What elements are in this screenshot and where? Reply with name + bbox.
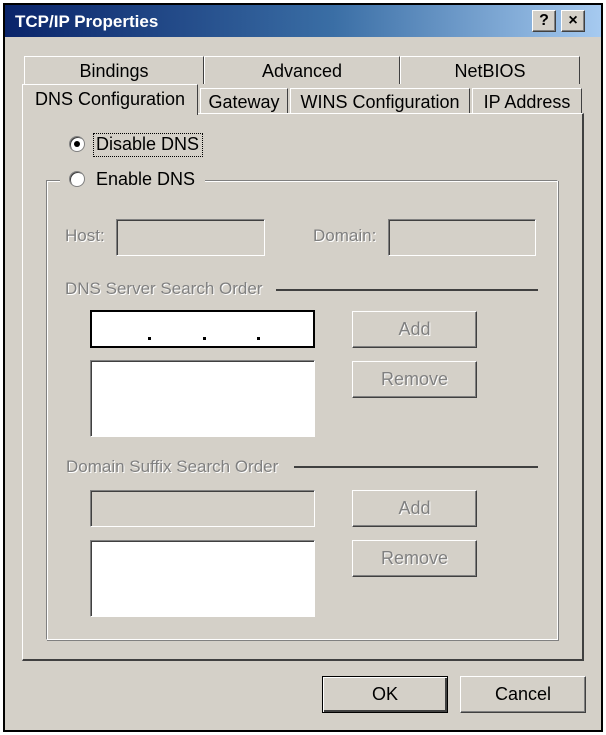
help-button[interactable]: ?	[532, 10, 556, 32]
close-button[interactable]: ×	[561, 10, 585, 32]
window-title: TCP/IP Properties	[15, 12, 159, 31]
dns-server-list[interactable]	[90, 360, 315, 437]
dns-server-remove-button[interactable]: Remove	[352, 361, 477, 398]
title-bar[interactable]: TCP/IP Properties	[5, 5, 601, 37]
domain-label: Domain:	[313, 226, 377, 245]
host-field[interactable]	[116, 219, 265, 256]
domain-suffix-separator	[294, 466, 538, 468]
enable-dns-label[interactable]: Enable DNS	[96, 169, 195, 190]
domain-suffix-remove-button[interactable]: Remove	[352, 540, 477, 577]
dns-server-separator	[276, 289, 538, 291]
host-label: Host:	[65, 226, 105, 245]
disable-dns-label[interactable]: Disable DNS	[96, 134, 199, 155]
domain-suffix-field[interactable]	[90, 490, 315, 527]
help-icon: ?	[539, 12, 549, 29]
tab-gateway[interactable]: Gateway	[200, 88, 288, 114]
radio-selected-dot	[74, 141, 80, 147]
tab-netbios[interactable]: NetBIOS	[400, 56, 580, 84]
cancel-button[interactable]: Cancel	[460, 676, 586, 713]
tab-wins-configuration[interactable]: WINS Configuration	[290, 88, 470, 114]
tab-advanced[interactable]: Advanced	[204, 56, 400, 84]
dns-server-add-button[interactable]: Add	[352, 311, 477, 348]
domain-suffix-add-button[interactable]: Add	[352, 490, 477, 527]
domain-suffix-search-order-label: Domain Suffix Search Order	[66, 457, 279, 476]
disable-dns-radio[interactable]	[69, 136, 85, 152]
tab-ip-address[interactable]: IP Address	[472, 88, 582, 114]
domain-suffix-list[interactable]	[90, 540, 315, 617]
ip-dot	[148, 337, 151, 340]
tab-bindings[interactable]: Bindings	[24, 56, 204, 84]
close-icon: ×	[568, 12, 578, 29]
dns-server-search-order-label: DNS Server Search Order	[65, 279, 263, 298]
tab-dns-configuration[interactable]: DNS Configuration	[22, 84, 198, 115]
domain-field[interactable]	[388, 219, 536, 256]
ok-button[interactable]: OK	[322, 676, 448, 713]
enable-dns-radio[interactable]	[69, 171, 85, 187]
ip-dot	[203, 337, 206, 340]
ip-dot	[257, 337, 260, 340]
dns-server-ip-field[interactable]	[90, 310, 315, 348]
